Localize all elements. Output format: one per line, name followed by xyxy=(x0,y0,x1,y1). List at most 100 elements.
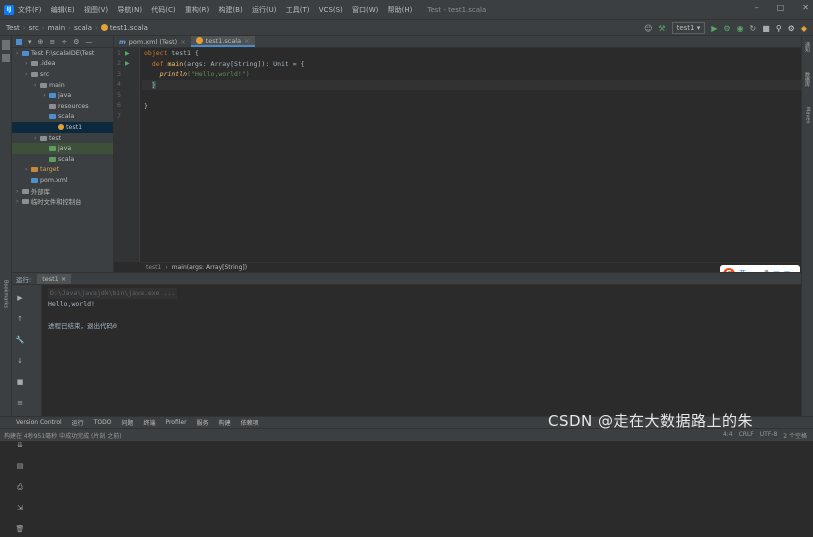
minimize-icon[interactable]: – xyxy=(755,3,759,12)
menu-code[interactable]: 代码(C) xyxy=(151,6,175,14)
tool-profiler[interactable]: Profiler xyxy=(165,419,186,426)
menu-file[interactable]: 文件(F) xyxy=(18,6,42,14)
structure-tool-icon[interactable] xyxy=(2,54,10,62)
tree-item[interactable]: › Test F:\scalaIDE\Test xyxy=(12,48,113,59)
menu-window[interactable]: 窗口(W) xyxy=(352,6,378,14)
maximize-icon[interactable]: □ xyxy=(777,3,785,12)
print-icon[interactable]: ⎙ xyxy=(15,482,25,492)
breadcrumb-file[interactable]: test1.scala xyxy=(110,24,148,32)
search-icon[interactable]: ⚲ xyxy=(776,24,782,33)
project-tool-icon[interactable] xyxy=(2,40,10,50)
tool-run[interactable]: 运行 xyxy=(72,418,84,427)
notifications-tool[interactable]: 通知 xyxy=(804,42,811,52)
breadcrumb-project[interactable]: Test xyxy=(6,24,20,32)
wrench-icon[interactable]: 🔧 xyxy=(15,335,25,345)
caret-position[interactable]: 4:4 xyxy=(723,431,733,440)
menu-build[interactable]: 构建(B) xyxy=(218,6,242,14)
tool-build[interactable]: 构建 xyxy=(219,418,231,427)
tree-item[interactable]: test1 xyxy=(12,122,113,133)
breadcrumb-src[interactable]: src xyxy=(29,24,39,32)
tree-item[interactable]: › 临时文件和控制台 xyxy=(12,196,113,207)
pin-icon[interactable]: ⇲ xyxy=(15,503,25,513)
rerun-icon[interactable]: ▶ xyxy=(15,293,25,303)
tool-todo[interactable]: TODO xyxy=(94,419,112,426)
expand-icon[interactable]: ÷ xyxy=(61,38,67,46)
build-hammer-icon[interactable]: ⚒ xyxy=(658,24,665,33)
breadcrumb-scala[interactable]: scala xyxy=(74,24,92,32)
breadcrumb-main[interactable]: main xyxy=(48,24,66,32)
bookmarks-tool[interactable]: Bookmarks xyxy=(3,280,9,308)
tool-problems[interactable]: 问题 xyxy=(121,418,133,427)
status-message[interactable]: 构建在 4秒951毫秒 中成功完成 (片刻 之前) xyxy=(4,431,122,440)
settings-gear-icon[interactable]: ⚙ xyxy=(788,24,795,33)
file-encoding[interactable]: UTF-8 xyxy=(760,431,778,440)
run-config-select[interactable]: test1 ▾ xyxy=(671,22,706,34)
menu-help[interactable]: 帮助(H) xyxy=(388,6,413,14)
database-tool[interactable]: 数据库 xyxy=(804,72,811,87)
options-gear-icon[interactable]: ⚙ xyxy=(73,38,79,46)
close-tab-icon[interactable]: × xyxy=(180,38,185,46)
plugin-icon[interactable]: ◆ xyxy=(801,24,807,33)
crumb-object[interactable]: test1 xyxy=(146,264,161,271)
run-console[interactable]: D:\Java\javajdk\bin\java.exe ... Hello,w… xyxy=(44,285,801,416)
scroll-down-icon[interactable]: ↓ xyxy=(15,356,25,366)
soft-wrap-icon[interactable]: ≡ xyxy=(15,398,25,408)
line-number: 1 ▶ xyxy=(117,49,130,57)
tree-item[interactable]: › 外部库 xyxy=(12,186,113,197)
tool-services[interactable]: 服务 xyxy=(197,418,209,427)
hide-icon[interactable]: — xyxy=(85,38,92,46)
tree-item[interactable]: scala xyxy=(12,154,113,165)
close-icon[interactable]: ✕ xyxy=(802,3,809,12)
tree-item[interactable]: › test xyxy=(12,133,113,144)
crumb-method[interactable]: main(args: Array[String]) xyxy=(172,264,247,271)
project-view-icon[interactable] xyxy=(16,38,22,45)
tree-item[interactable]: java xyxy=(12,143,113,154)
layout-icon[interactable]: ▤ xyxy=(15,461,25,471)
tree-item[interactable]: › target xyxy=(12,165,113,176)
tree-item-label: resources xyxy=(58,102,89,110)
line-separator[interactable]: CRLF xyxy=(739,431,754,440)
run-tab-test1[interactable]: test1 × xyxy=(37,273,72,284)
menu-navigate[interactable]: 导航(N) xyxy=(117,6,142,14)
tab-test1-scala[interactable]: test1.scala × xyxy=(190,36,255,47)
maven-tool[interactable]: Maven xyxy=(805,107,811,124)
code-content[interactable]: object test1 { def main (args: Array[Stri… xyxy=(142,48,802,262)
tool-dependencies[interactable]: 依赖项 xyxy=(241,418,259,427)
menu-edit[interactable]: 编辑(E) xyxy=(51,6,75,14)
tree-item[interactable]: › src xyxy=(12,69,113,80)
menu-tools[interactable]: 工具(T) xyxy=(286,6,310,14)
user-icon[interactable]: ☺ xyxy=(644,24,652,33)
scroll-end-icon[interactable]: ⇊ xyxy=(15,440,25,450)
window-controls: – □ ✕ xyxy=(755,3,809,12)
tree-item[interactable]: scala xyxy=(12,112,113,123)
tree-item[interactable]: › main xyxy=(12,80,113,91)
debug-icon[interactable]: ⚙ xyxy=(723,24,730,33)
tab-pom-xml[interactable]: m pom.xml (Test) × xyxy=(114,36,191,47)
collapse-icon[interactable]: ≡ xyxy=(49,38,55,46)
tool-version-control[interactable]: Version Control xyxy=(16,419,62,426)
menu-refactor[interactable]: 重构(R) xyxy=(185,6,209,14)
menu-vcs[interactable]: VCS(S) xyxy=(319,6,343,14)
scroll-up-icon[interactable]: ↑ xyxy=(15,314,25,324)
indent-setting[interactable]: 2 个空格 xyxy=(783,431,807,440)
run-icon[interactable]: ▶ xyxy=(711,24,717,33)
tree-item[interactable]: pom.xml xyxy=(12,175,113,186)
dropdown-icon[interactable]: ▾ xyxy=(28,38,32,46)
run-gutter-icon[interactable]: ▶ xyxy=(125,50,130,57)
trash-icon[interactable]: 🗑 xyxy=(15,524,25,534)
tree-item[interactable]: resources xyxy=(12,101,113,112)
run-gutter-icon[interactable]: ▶ xyxy=(125,60,130,67)
close-tab-icon[interactable]: × xyxy=(244,37,249,45)
stop-icon[interactable]: ■ xyxy=(15,377,25,387)
stop-icon[interactable]: ■ xyxy=(762,24,770,33)
tree-item[interactable]: › .idea xyxy=(12,59,113,70)
intellij-logo-icon[interactable]: IJ xyxy=(4,4,14,15)
locate-icon[interactable]: ⊕ xyxy=(38,38,44,46)
run-tab-label: test1 xyxy=(42,274,59,283)
menu-run[interactable]: 运行(U) xyxy=(252,6,277,14)
coverage-icon[interactable]: ◉ xyxy=(737,24,744,33)
tree-item[interactable]: › java xyxy=(12,90,113,101)
profile-icon[interactable]: ↻ xyxy=(750,24,757,33)
menu-view[interactable]: 视图(V) xyxy=(84,6,108,14)
tool-terminal[interactable]: 终端 xyxy=(143,418,155,427)
